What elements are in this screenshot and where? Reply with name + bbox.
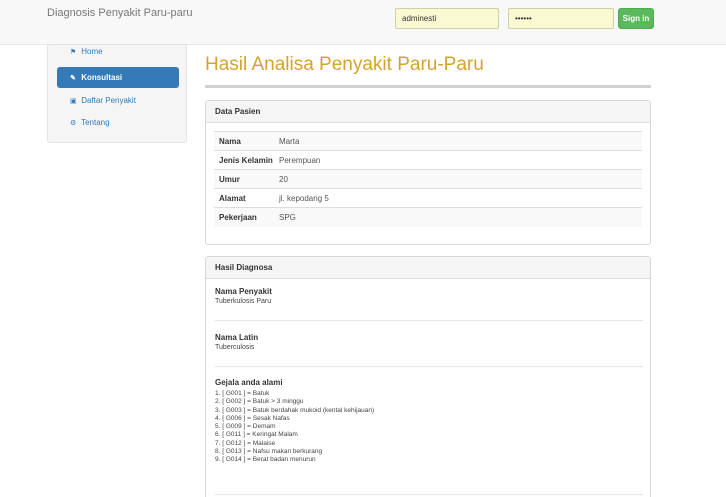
list-item: 5. [ G009 ] = Demam bbox=[215, 423, 276, 431]
sidebar-item-daftar-penyakit[interactable]: ▣ Daftar Penyakit bbox=[57, 90, 179, 111]
table-row: Alamat jl. kepodang 5 bbox=[214, 188, 642, 208]
sidebar-item-label: Tentang bbox=[81, 118, 110, 127]
patient-table: Nama Marta Jenis Kelamin Perempuan Umur 20 … bbox=[214, 131, 642, 227]
list-item: 7. [ G012 ] = Malaise bbox=[215, 439, 276, 447]
row-key: Nama bbox=[219, 136, 241, 146]
gejala-section: Gejala anda alami 1. [ G001 ] = Batuk 2.… bbox=[215, 378, 643, 465]
sidebar-item-konsultasi[interactable]: ✎ Konsultasi bbox=[57, 67, 179, 88]
row-value: SPG bbox=[279, 212, 296, 222]
sign-in-button[interactable]: Sign in bbox=[618, 8, 654, 29]
home-icon: ⚑ bbox=[70, 49, 77, 56]
brand-title[interactable]: Diagnosis Penyakit Paru-paru bbox=[47, 7, 193, 19]
page-title: Hasil Analisa Penyakit Paru-Paru bbox=[205, 54, 484, 75]
hasil-diagnosa-panel: Hasil Diagnosa Nama Penyakit Tuberkulosi… bbox=[205, 256, 651, 497]
section-divider bbox=[215, 366, 643, 367]
top-navbar: Diagnosis Penyakit Paru-paru Sign in bbox=[0, 0, 726, 45]
sidebar: ⚑ Home ✎ Konsultasi ▣ Daftar Penyakit ⚙ … bbox=[47, 44, 187, 143]
list-item: 4. [ G006 ] = Sesak Nafas bbox=[215, 414, 290, 422]
row-value: 20 bbox=[279, 174, 288, 184]
sidebar-item-home[interactable]: ⚑ Home bbox=[57, 45, 179, 61]
list-item: 6. [ G011 ] = Keringat Malam bbox=[215, 431, 298, 439]
sidebar-item-label: Daftar Penyakit bbox=[81, 96, 136, 105]
username-input[interactable] bbox=[395, 8, 499, 29]
title-divider bbox=[205, 85, 651, 88]
nama-latin-value: Tuberculosis bbox=[215, 344, 255, 351]
row-key: Umur bbox=[219, 174, 240, 184]
nama-penyakit-value: Tuberkulosis Paru bbox=[215, 298, 272, 305]
panel-heading: Hasil Diagnosa bbox=[206, 257, 650, 279]
list-item: 2. [ G002 ] = Batuk > 3 minggu bbox=[215, 398, 304, 406]
section-divider bbox=[215, 320, 643, 321]
table-row: Pekerjaan SPG bbox=[214, 207, 642, 227]
table-row: Nama Marta bbox=[214, 131, 642, 151]
sidebar-item-tentang[interactable]: ⚙ Tentang bbox=[57, 112, 179, 133]
data-pasien-panel: Data Pasien Nama Marta Jenis Kelamin Perem… bbox=[205, 100, 651, 245]
nama-penyakit-section: Nama Penyakit Tuberkulosis Paru bbox=[215, 287, 643, 305]
row-value: Marta bbox=[279, 136, 300, 146]
sidebar-item-label: Konsultasi bbox=[81, 73, 123, 82]
section-divider bbox=[215, 494, 643, 495]
table-row: Umur 20 bbox=[214, 169, 642, 189]
gejala-list: 1. [ G001 ] = Batuk 2. [ G002 ] = Batuk … bbox=[215, 390, 643, 465]
gejala-label: Gejala anda alami bbox=[215, 378, 283, 387]
row-key: Jenis Kelamin bbox=[219, 155, 273, 165]
list-item: 1. [ G001 ] = Batuk bbox=[215, 390, 270, 397]
row-key: Pekerjaan bbox=[219, 212, 257, 222]
book-icon: ▣ bbox=[70, 98, 77, 105]
pencil-icon: ✎ bbox=[70, 75, 76, 82]
row-value: Perempuan bbox=[279, 155, 321, 165]
row-key: Alamat bbox=[219, 193, 246, 203]
list-item: 3. [ G003 ] = Batuk berdahak mukoid (ken… bbox=[215, 406, 375, 414]
sidebar-item-label: Home bbox=[81, 47, 103, 56]
row-value: jl. kepodang 5 bbox=[279, 193, 329, 203]
nama-penyakit-label: Nama Penyakit bbox=[215, 287, 272, 296]
nama-latin-label: Nama Latin bbox=[215, 333, 259, 342]
list-item: 9. [ G014 ] = Berat badan menurun bbox=[215, 456, 316, 464]
password-input[interactable] bbox=[508, 8, 614, 29]
table-row: Jenis Kelamin Perempuan bbox=[214, 150, 642, 170]
panel-heading: Data Pasien bbox=[206, 101, 650, 123]
list-item: 8. [ G013 ] = Nafsu makan berkurang bbox=[215, 448, 323, 456]
gears-icon: ⚙ bbox=[70, 120, 77, 127]
nama-latin-section: Nama Latin Tuberculosis bbox=[215, 333, 643, 351]
